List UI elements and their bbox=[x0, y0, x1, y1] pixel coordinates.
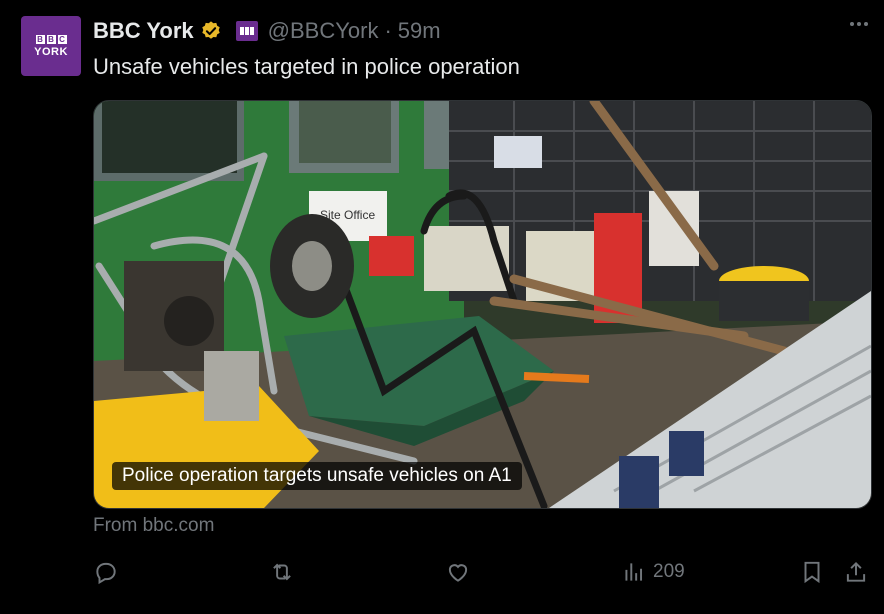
bookmark-icon bbox=[804, 561, 820, 584]
retweet-icon bbox=[273, 563, 291, 581]
share-icon bbox=[846, 561, 866, 582]
retweet-button[interactable] bbox=[269, 558, 295, 586]
timestamp[interactable]: 59m bbox=[398, 18, 441, 44]
action-bar: 209 bbox=[93, 558, 870, 586]
display-name[interactable]: BBC York bbox=[93, 18, 194, 44]
news-photo: Site Office bbox=[94, 101, 871, 508]
more-options-icon[interactable] bbox=[850, 22, 868, 26]
heart-icon bbox=[448, 564, 468, 582]
affiliation-badge-icon[interactable] bbox=[235, 21, 258, 41]
views-button[interactable]: 209 bbox=[621, 558, 685, 586]
bbc-logo: BBC bbox=[35, 34, 67, 44]
share-button[interactable] bbox=[843, 558, 869, 586]
image-caption: Police operation targets unsafe vehicles… bbox=[112, 462, 522, 490]
avatar-city: YORK bbox=[34, 45, 68, 58]
bookmark-button[interactable] bbox=[799, 558, 825, 586]
verified-badge-icon[interactable] bbox=[200, 20, 222, 42]
views-icon bbox=[625, 563, 643, 581]
link-card-image[interactable]: Site Office Police operation targets uns… bbox=[93, 100, 872, 509]
handle[interactable]: @BBCYork bbox=[268, 18, 379, 44]
reply-button[interactable] bbox=[93, 558, 119, 586]
like-button[interactable] bbox=[445, 558, 471, 586]
views-count: 209 bbox=[653, 561, 685, 582]
avatar[interactable]: BBC YORK bbox=[21, 16, 81, 76]
tweet-header: BBC York @BBCYork · 59m bbox=[93, 17, 441, 45]
tweet-text: Unsafe vehicles targeted in police opera… bbox=[93, 54, 520, 79]
separator-dot: · bbox=[384, 18, 392, 43]
reply-icon bbox=[96, 562, 116, 585]
link-source[interactable]: From bbc.com bbox=[93, 515, 214, 537]
